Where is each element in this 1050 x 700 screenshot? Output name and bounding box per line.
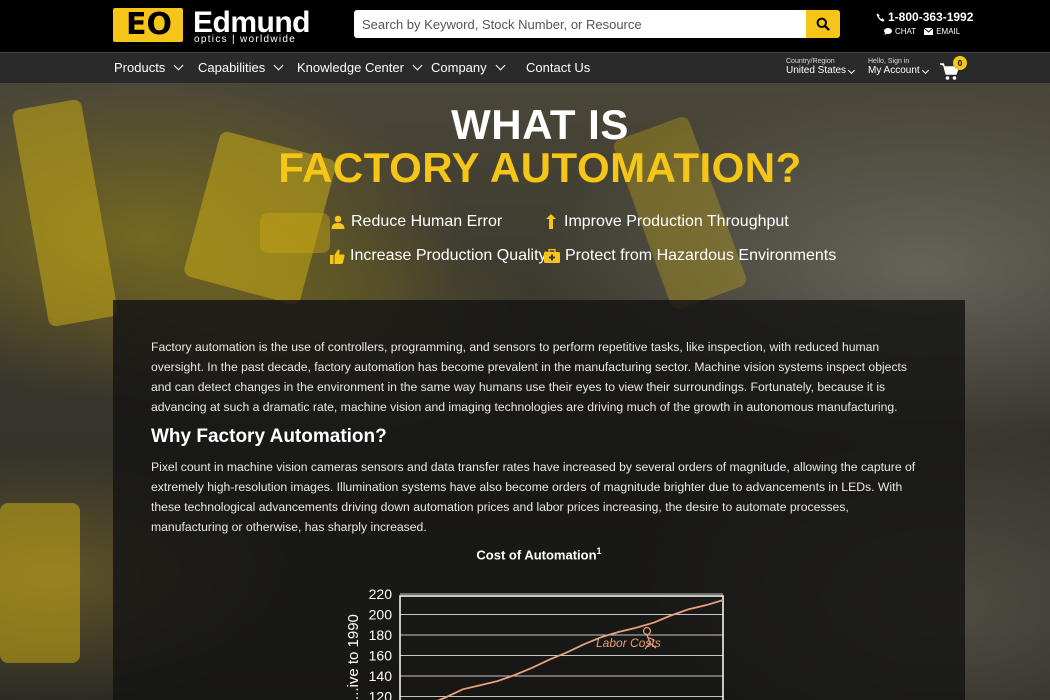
nav-contact-us[interactable]: Contact Us bbox=[526, 60, 590, 75]
chevron-down-icon bbox=[273, 60, 284, 71]
logo-mark: EO bbox=[113, 8, 183, 42]
edmund-logo[interactable]: EO Edmund optics | worldwide bbox=[113, 6, 328, 45]
region-value: United States bbox=[786, 65, 847, 76]
contact-block: 1-800-363-1992 CHAT EMAIL bbox=[876, 10, 976, 36]
chart-title: Cost of Automation1 bbox=[113, 546, 965, 562]
y-axis-label: ...ive to 1990 bbox=[345, 614, 362, 700]
account-menu[interactable]: Hello, Sign in My Account bbox=[868, 58, 929, 76]
nav-knowledge-center[interactable]: Knowledge Center bbox=[297, 60, 423, 75]
main-nav: Products Capabilities Knowledge Center C… bbox=[0, 52, 1050, 83]
nav-label: Company bbox=[431, 60, 487, 75]
cost-of-automation-chart: ...ive to 1990 120140160180200220Labor C… bbox=[345, 586, 724, 700]
chevron-down-icon bbox=[848, 66, 856, 75]
phone-icon bbox=[876, 12, 885, 22]
thumbs-up-icon bbox=[329, 248, 345, 264]
cart-button[interactable]: 0 bbox=[940, 56, 968, 81]
nav-capabilities[interactable]: Capabilities bbox=[198, 60, 284, 75]
benefit-item: Reduce Human Error bbox=[330, 213, 502, 231]
account-label: Hello, Sign in bbox=[868, 58, 910, 65]
chevron-down-icon bbox=[173, 60, 184, 71]
content-panel: Factory automation is the use of control… bbox=[113, 300, 965, 700]
nav-label: Products bbox=[114, 60, 166, 75]
nav-company[interactable]: Company bbox=[431, 60, 506, 75]
nav-label: Capabilities bbox=[198, 60, 266, 75]
top-header: EO Edmund optics | worldwide 1-800-363-1… bbox=[0, 0, 1050, 52]
benefit-item: Increase Production Quality bbox=[329, 247, 547, 265]
intro-paragraph: Factory automation is the use of control… bbox=[151, 340, 908, 414]
search-bar bbox=[354, 10, 840, 38]
region-label: Country/Region bbox=[786, 58, 835, 65]
y-tick-label: 160 bbox=[369, 648, 393, 664]
robot-arm-image bbox=[0, 503, 80, 663]
benefit-item: Protect from Hazardous Environments bbox=[544, 247, 836, 265]
chat-link[interactable]: CHAT bbox=[884, 27, 916, 36]
chart-title-text: Cost of Automation bbox=[476, 547, 597, 563]
search-input[interactable] bbox=[354, 10, 806, 38]
y-tick-label: 140 bbox=[369, 668, 393, 684]
search-button[interactable] bbox=[806, 10, 840, 38]
benefit-label: Protect from Hazardous Environments bbox=[565, 247, 837, 264]
benefit-label: Improve Production Throughput bbox=[564, 213, 789, 230]
section-heading: Why Factory Automation? bbox=[151, 426, 387, 447]
chart-title-footnote[interactable]: 1 bbox=[597, 546, 602, 556]
nav-products[interactable]: Products bbox=[114, 60, 184, 75]
account-value: My Account bbox=[868, 65, 920, 76]
benefit-label: Reduce Human Error bbox=[351, 213, 503, 230]
y-tick-label: 220 bbox=[369, 586, 393, 602]
body-paragraph: Pixel count in machine vision cameras se… bbox=[151, 460, 916, 534]
email-label: EMAIL bbox=[936, 27, 961, 36]
nav-label: Contact Us bbox=[526, 60, 591, 75]
hero-title-line1: WHAT IS bbox=[451, 101, 629, 148]
series-line-labor-costs bbox=[437, 599, 724, 700]
nav-label: Knowledge Center bbox=[297, 60, 404, 75]
medkit-icon bbox=[544, 248, 560, 264]
arrow-up-icon bbox=[543, 214, 559, 230]
chevron-down-icon bbox=[921, 66, 929, 75]
chevron-down-icon bbox=[412, 60, 423, 71]
chat-icon bbox=[884, 28, 892, 35]
y-tick-label: 180 bbox=[369, 627, 393, 643]
y-tick-label: 200 bbox=[369, 607, 393, 623]
benefit-label: Increase Production Quality bbox=[350, 247, 547, 264]
benefit-item: Improve Production Throughput bbox=[543, 213, 789, 231]
user-icon bbox=[330, 214, 346, 230]
phone-number: 1-800-363-1992 bbox=[888, 10, 974, 24]
logo-subtitle: optics | worldwide bbox=[194, 34, 297, 45]
email-icon bbox=[924, 28, 934, 35]
robot-arm-image bbox=[260, 213, 330, 253]
chat-label: CHAT bbox=[895, 27, 917, 36]
y-tick-label: 120 bbox=[369, 689, 393, 700]
chart-plot-background bbox=[399, 595, 724, 700]
cart-count-badge: 0 bbox=[953, 56, 967, 70]
region-selector[interactable]: Country/Region United States bbox=[786, 58, 856, 76]
hero-title-line2: FACTORY AUTOMATION? bbox=[278, 144, 802, 191]
phone-link[interactable]: 1-800-363-1992 bbox=[876, 10, 976, 24]
search-icon bbox=[816, 17, 830, 31]
email-link[interactable]: EMAIL bbox=[924, 27, 960, 36]
chevron-down-icon bbox=[495, 60, 506, 71]
